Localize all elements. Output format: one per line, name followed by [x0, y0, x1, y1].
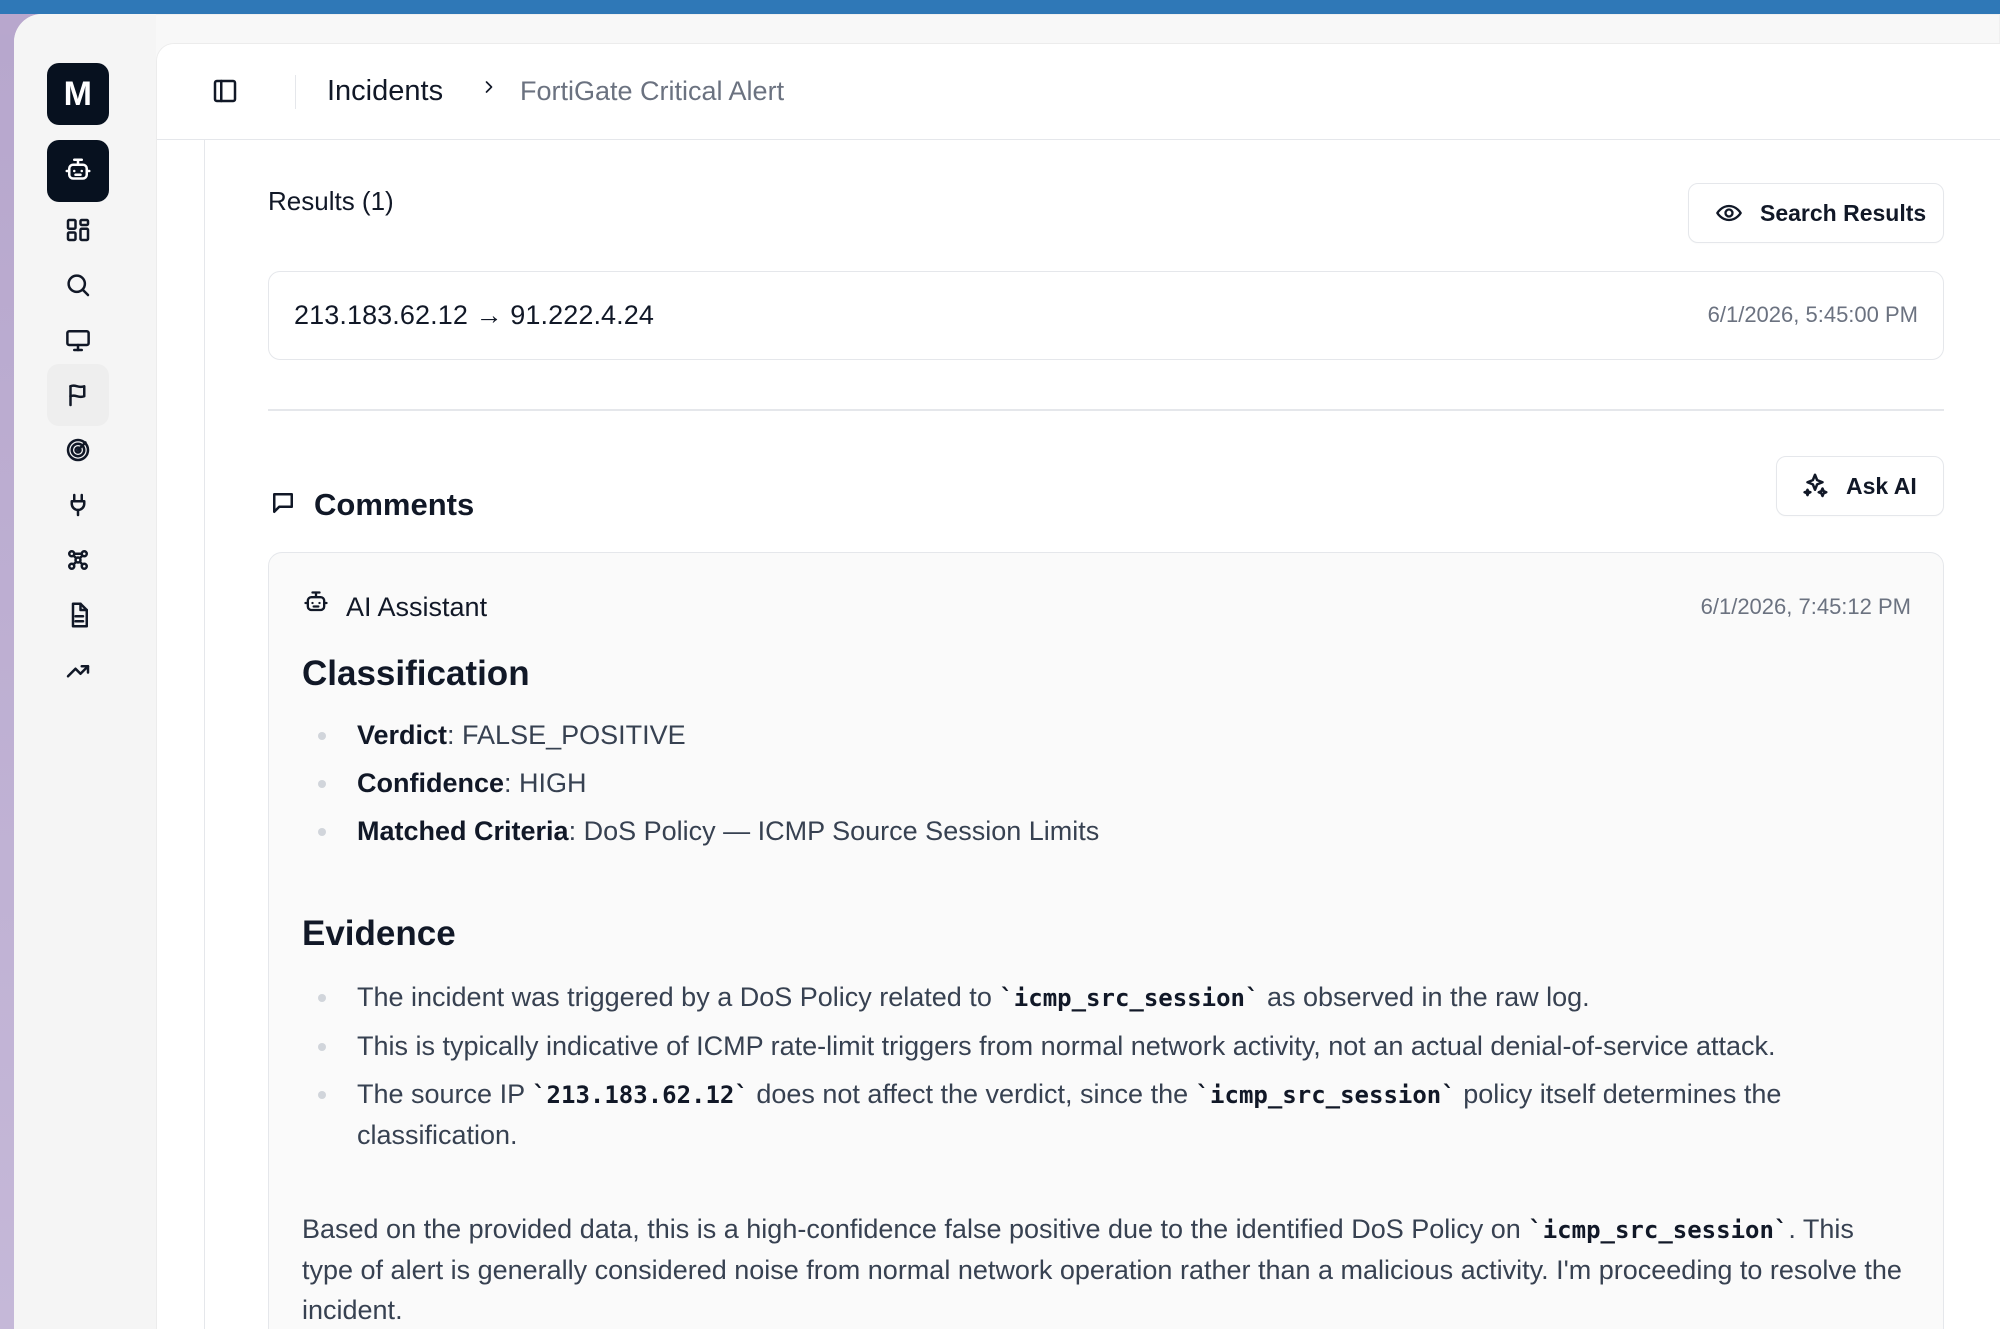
- sidebar-item-dashboard[interactable]: [47, 199, 109, 261]
- evidence-item-3: The source IP `213.183.62.12` does not a…: [302, 1074, 1902, 1155]
- comments-heading: Comments: [268, 485, 474, 525]
- monitor-icon: [66, 330, 90, 352]
- classification-heading: Classification: [302, 654, 530, 693]
- evidence-1-code: `icmp_src_session`: [999, 984, 1260, 1012]
- plug-icon: [70, 493, 86, 517]
- message-icon: [268, 488, 298, 523]
- evidence-3-middle: does not affect the verdict, since the: [748, 1079, 1196, 1109]
- breadcrumb-current: FortiGate Critical Alert: [520, 76, 785, 106]
- matched-criteria-label: Matched Criteria: [357, 816, 569, 846]
- sidebar-item-trends[interactable]: [47, 639, 109, 701]
- sidebar-item-radar[interactable]: [47, 419, 109, 481]
- evidence-item-1: The incident was triggered by a DoS Poli…: [302, 977, 1902, 1018]
- breadcrumb-incidents[interactable]: Incidents: [327, 71, 443, 111]
- result-route: 213.183.62.12 → 91.222.4.24: [294, 300, 655, 330]
- ask-ai-button[interactable]: Ask AI: [1776, 456, 1944, 516]
- classification-list: Verdict: FALSE_POSITIVE Confidence: HIGH…: [302, 715, 1902, 859]
- top-divider: [295, 75, 296, 109]
- evidence-1-suffix: as observed in the raw log.: [1259, 982, 1590, 1012]
- app-logo-letter: M: [63, 74, 93, 113]
- confidence-label: Confidence: [357, 768, 505, 798]
- comments-title: Comments: [314, 487, 475, 522]
- document-icon: [71, 602, 88, 628]
- workflow-icon: [68, 550, 88, 570]
- chevron-right-icon: [479, 77, 499, 97]
- app-window: M Incidents FortiGate Critical Alert Res…: [14, 14, 2000, 1329]
- section-divider: [268, 409, 1944, 411]
- comment-author: AI Assistant: [302, 589, 487, 625]
- comment-timestamp: 6/1/2026, 7:45:12 PM: [1700, 594, 1911, 619]
- sidebar-toggle-button[interactable]: [207, 73, 243, 109]
- search-icon: [67, 274, 90, 297]
- classification-item-matched-criteria: Matched Criteria: DoS Policy — ICMP Sour…: [302, 811, 1902, 851]
- classification-item-verdict: Verdict: FALSE_POSITIVE: [302, 715, 1902, 755]
- results-title: Results (1): [268, 186, 394, 216]
- grid-icon: [66, 218, 90, 242]
- comment-author-name: AI Assistant: [346, 592, 488, 622]
- evidence-1-prefix: The incident was triggered by a DoS Poli…: [357, 982, 1000, 1012]
- matched-criteria-value: : DoS Policy — ICMP Source Session Limit…: [568, 816, 1100, 846]
- content-guide-line: [204, 139, 205, 1329]
- top-bar: Incidents FortiGate Critical Alert: [157, 44, 2000, 140]
- search-results-button[interactable]: Search Results: [1688, 183, 1944, 243]
- main-panel: Incidents FortiGate Critical Alert Resul…: [156, 43, 2000, 1329]
- comment-card: AI Assistant 6/1/2026, 7:45:12 PM Classi…: [268, 552, 1944, 1329]
- robot-icon: [302, 589, 330, 625]
- verdict-label: Verdict: [357, 720, 448, 750]
- evidence-heading: Evidence: [302, 914, 456, 953]
- sidebar: M: [14, 14, 156, 1329]
- summary-prefix: Based on the provided data, this is a hi…: [302, 1214, 1529, 1244]
- evidence-3-code-ip: `213.183.62.12`: [532, 1081, 749, 1109]
- sidebar-toggle-icon: [213, 79, 237, 103]
- robot-icon: [65, 158, 91, 180]
- summary-code: `icmp_src_session`: [1528, 1216, 1789, 1244]
- result-row[interactable]: 213.183.62.12 → 91.222.4.24 6/1/2026, 5:…: [268, 271, 1944, 360]
- verdict-value: : FALSE_POSITIVE: [447, 720, 686, 750]
- sidebar-item-workflows[interactable]: [47, 529, 109, 591]
- sidebar-item-assistant[interactable]: [47, 140, 109, 202]
- eye-icon: [1714, 198, 1744, 228]
- trend-icon: [66, 665, 90, 678]
- app-logo[interactable]: M: [47, 63, 109, 125]
- sparkles-icon: [1800, 471, 1830, 501]
- sidebar-item-monitor[interactable]: [47, 309, 109, 371]
- confidence-value: : HIGH: [504, 768, 587, 798]
- evidence-item-2: This is typically indicative of ICMP rat…: [302, 1026, 1902, 1066]
- classification-item-confidence: Confidence: HIGH: [302, 763, 1902, 803]
- evidence-3-code-policy: `icmp_src_session`: [1195, 1081, 1456, 1109]
- summary-paragraph: Based on the provided data, this is a hi…: [302, 1209, 1902, 1329]
- result-timestamp: 6/1/2026, 5:45:00 PM: [1707, 302, 1918, 327]
- evidence-list: The incident was triggered by a DoS Poli…: [302, 977, 1902, 1163]
- sidebar-item-integrations[interactable]: [47, 474, 109, 536]
- flag-icon: [69, 384, 86, 407]
- sidebar-item-documents[interactable]: [47, 584, 109, 646]
- radar-icon: [66, 438, 90, 462]
- sidebar-item-incidents[interactable]: [47, 364, 109, 426]
- sidebar-item-search[interactable]: [47, 254, 109, 316]
- ask-ai-label: Ask AI: [1846, 472, 1917, 499]
- search-results-label: Search Results: [1760, 199, 1927, 226]
- evidence-3-prefix: The source IP: [357, 1079, 533, 1109]
